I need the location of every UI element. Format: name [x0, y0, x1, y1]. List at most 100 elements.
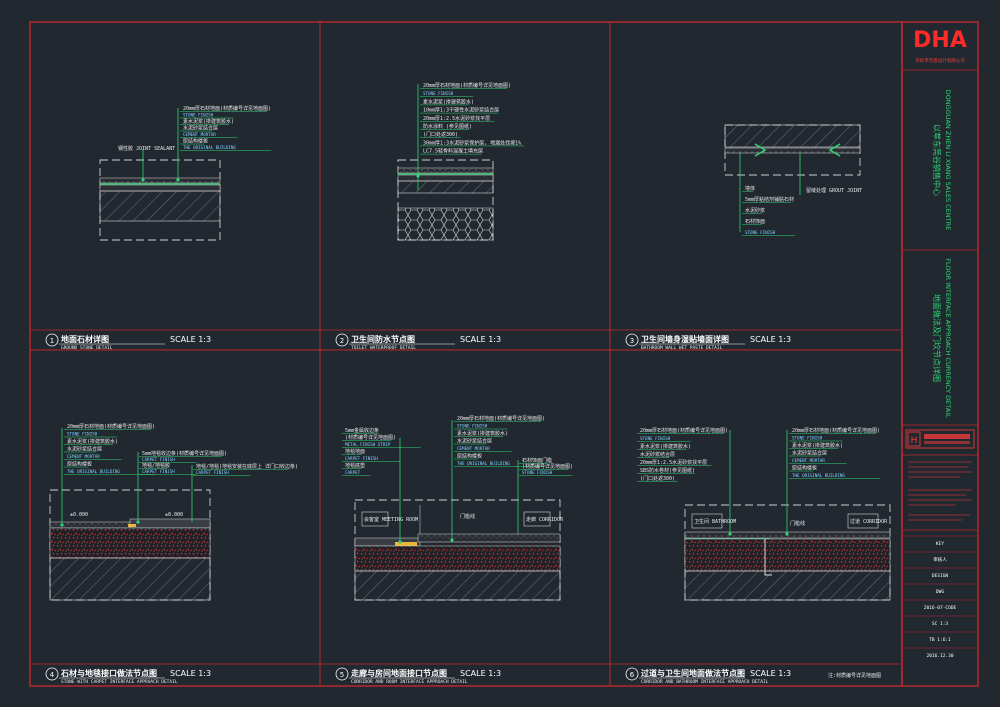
callout-note: STONE FINISH — [640, 436, 671, 441]
door-line-label: 门槛线 — [460, 513, 475, 520]
detail-title: 地面石材详图 — [61, 334, 109, 344]
elevation-mark: ±0.000 — [165, 512, 183, 518]
callout-note: (门口处返300) — [423, 131, 458, 138]
detail-scale: SCALE 1:3 — [460, 335, 501, 344]
callout-note: 原结构楼板 — [457, 453, 482, 460]
titleblock-row: 2016-07-CODE — [924, 605, 957, 611]
callout-note: CARPET FINISH — [142, 457, 175, 462]
detail-title: 过道与卫生间地面做法节点图 — [641, 668, 745, 678]
detail-subtitle: CORRIDOR AND BATHROOM INTERFACE APPROACH… — [641, 679, 769, 685]
detail-subtitle: BATHROOM WALL WET PASTE DETAIL — [641, 345, 723, 351]
callout-note: LC7.5轻骨料混凝土填充层 — [423, 148, 483, 155]
callout-note: 20mm厚石材地面(材质编号详见地面图) — [183, 105, 271, 112]
project-name-en: DONGGUAN ZHEN LI XIANG SALES CENTRE — [944, 90, 952, 231]
detail-number: 2 — [340, 337, 344, 345]
lightweight-fill — [397, 207, 494, 241]
room-label: 会客室 MEETING ROOM — [364, 516, 418, 523]
dha-logo: DHA 深圳市杰恩设计有限公司 — [913, 28, 967, 64]
callout-note: 素水泥浆(掺建筑胶水) — [67, 438, 118, 445]
callout-note: 素水泥浆(掺建筑胶水) — [640, 443, 691, 450]
callout-note: 地毯底垫 — [345, 462, 365, 469]
titleblock-row: KEY — [936, 541, 944, 547]
titleblock-row: 审核人 — [933, 556, 947, 563]
callout-note: 地毯/地毯胶 — [142, 462, 170, 469]
callout-note: 素水泥浆(掺建筑胶水) — [183, 118, 234, 125]
callout-note: STONE FINISH — [183, 113, 214, 118]
callout-note: 水泥砂浆结合层 — [457, 438, 492, 445]
detail-subtitle: GROUND STONE DETAIL — [61, 345, 113, 351]
callout-note: 地毯地面 — [345, 448, 365, 455]
callout-note: CARPET — [345, 470, 361, 475]
room-label: 走廊 CORRIDOR — [526, 516, 564, 523]
leader-dot — [176, 178, 180, 182]
detail-title: 走廊与房间地面接口节点图 — [350, 668, 447, 678]
detail-number: 3 — [630, 337, 634, 345]
callout-note: 原结构楼板 — [792, 465, 817, 472]
detail-number: 1 — [50, 337, 54, 345]
callout-note: STONE FINISH — [745, 230, 776, 235]
callout-note: THE ORIGINAL BUILDING — [67, 469, 120, 474]
stone-finish-layer — [99, 177, 221, 184]
callout-note: 20mm厚石材地面(材质编号详见地面图) — [792, 427, 880, 434]
callout-note: CEMENT MORTAR — [457, 446, 490, 451]
stone-threshold — [417, 533, 561, 543]
detail-number: 6 — [630, 671, 635, 679]
callout-note: 5mm厚粘结剂铺贴石材 — [745, 196, 794, 203]
callout-note: THE ORIGINAL BUILDING — [183, 145, 236, 150]
logo-subtitle: 深圳市杰恩设计有限公司 — [915, 57, 965, 64]
leader-dot — [450, 538, 454, 542]
callout-note: 石材饰面门槛 — [522, 457, 552, 464]
titleblock-row: DESIGN — [932, 573, 949, 579]
stone-facing — [724, 147, 861, 154]
project-name-cn: 以萃东莞谷销售中心 — [932, 124, 942, 196]
carpet-layer — [129, 518, 211, 529]
callout-note: 原结构楼板 — [183, 138, 208, 145]
callout-note: 素水泥浆(掺建筑胶水) — [792, 442, 843, 449]
callout-note: CARPET FINISH — [142, 469, 175, 474]
callout-note: 水泥砂浆 — [745, 207, 765, 214]
detail-panels: 1 地面石材详图GROUND STONE DETAIL SCALE 1:3 钢性胶 J… — [45, 82, 891, 685]
leader-dot — [141, 178, 145, 182]
structural-slab — [354, 570, 561, 601]
callout-note: 30mm厚1:3水泥砂浆保护层, 地漏处找坡1% — [423, 139, 521, 146]
callout-note: 素水泥浆(掺建筑胶水) — [457, 430, 508, 437]
concrete-screed — [354, 545, 561, 572]
detail-panel-4: 4 石材与地毯接口做法节点图STONE WITH CARPET INTERFACE… — [45, 423, 298, 685]
room-label: 过道 CORRIDOR — [850, 518, 888, 525]
titleblock-rows: KEY 审核人 DESIGN DWG 2016-07-CODE SC 1:3 TB 1:6:… — [902, 535, 978, 659]
structural-slab — [99, 190, 221, 222]
callout-note: 20mm厚1:2.5水泥砂浆找平层 — [640, 459, 707, 466]
stamp-icon: H — [911, 436, 918, 446]
callout-note: 防水涂料 (参见图纸) — [423, 123, 472, 130]
detail-title: 卫生间防水节点图 — [351, 334, 415, 344]
callout-note: 20mm厚石材地面(材质编号详见地面图) — [423, 82, 511, 89]
callout-note: CEMENT MORTAR — [183, 132, 216, 137]
detail-panel-3: 3 卫生间墙身湿贴墙面详图BATHROOM WALL WET PASTE DETA… — [625, 124, 862, 351]
leader-dot — [60, 523, 64, 527]
titleblock-row: TB 1:6:1 — [929, 637, 951, 643]
metal-strip — [395, 542, 417, 546]
callout-note: 10mm厚1:3干硬性水泥砂浆结合层 — [423, 107, 499, 114]
callout-note: 20mm厚石材地面(材质编号详见地面图) — [640, 427, 728, 434]
callout-note: 原结构楼板 — [67, 461, 92, 468]
callout-note: 20mm厚1:2.5水泥砂浆找平层 — [423, 115, 490, 122]
detail-scale: SCALE 1:3 — [750, 335, 791, 344]
callout-note: 墙体 — [745, 185, 755, 192]
callout-note: THE ORIGINAL BUILDING — [457, 461, 510, 466]
side-label: 留缝处理 GROUT JOINT — [806, 187, 862, 194]
callout-note: SBS防水卷材(参见图纸) — [640, 467, 695, 474]
callout-note: METAL FINISH STRIP — [345, 442, 391, 447]
mortar-layer — [397, 174, 494, 182]
structural-slab — [684, 570, 891, 601]
callout-note: THE ORIGINAL BUILDING — [792, 473, 845, 478]
callout-note: (材质编号详见地面图) — [522, 463, 573, 470]
callout-note: STONE FINISH — [423, 91, 454, 96]
detail-scale: SCALE 1:3 — [170, 335, 211, 344]
leader-dot — [785, 532, 789, 536]
leader-dot — [416, 174, 420, 178]
callout-note: CEMENT MORTAR — [67, 454, 100, 459]
side-label: 钢性胶 JOINT SEALANT — [118, 145, 175, 152]
elevation-mark: ±0.000 — [70, 512, 88, 518]
structural-slab — [49, 557, 211, 601]
detail-panel-5: 5 走廊与房间地面接口节点图CORRIDOR AND ROOM INTERFACE… — [335, 415, 573, 685]
